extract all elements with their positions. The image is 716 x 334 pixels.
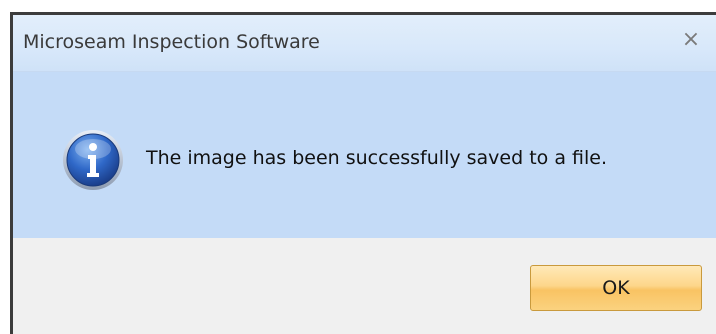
close-button[interactable]: × <box>678 27 704 53</box>
info-icon <box>62 129 124 191</box>
message-dialog: Microseam Inspection Software × The imag… <box>10 12 716 334</box>
dialog-footer: OK <box>13 238 716 334</box>
dialog-content: The image has been successfully saved to… <box>13 72 716 238</box>
ok-button[interactable]: OK <box>530 265 702 311</box>
dialog-title: Microseam Inspection Software <box>23 31 320 53</box>
dialog-message: The image has been successfully saved to… <box>146 147 607 169</box>
dialog-titlebar[interactable]: Microseam Inspection Software × <box>13 15 716 72</box>
